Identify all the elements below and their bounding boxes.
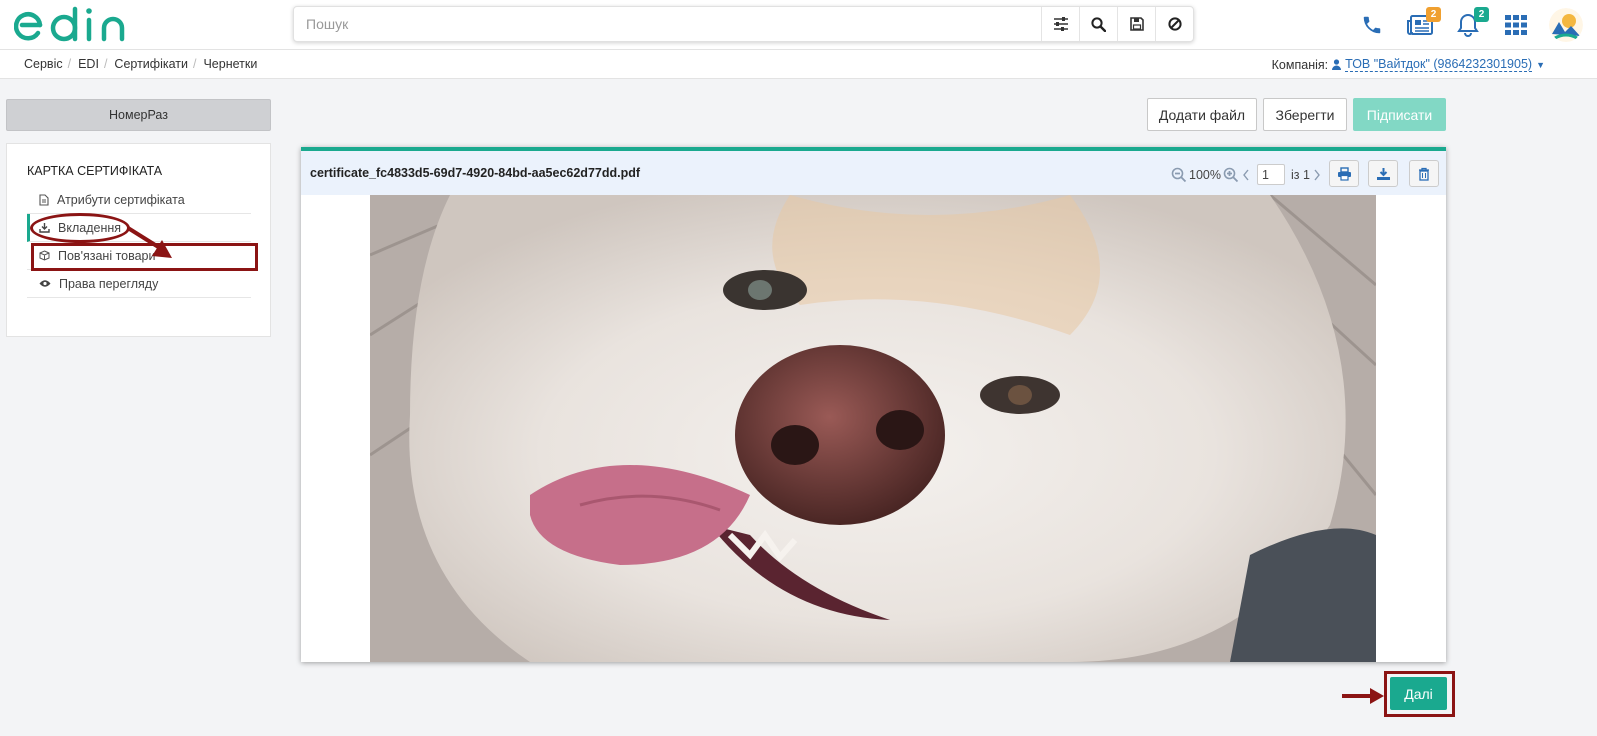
page-number-input[interactable]: 1	[1256, 164, 1285, 185]
chevron-right-icon[interactable]	[1312, 168, 1322, 182]
ban-icon	[1167, 17, 1182, 31]
notifications-badge: 2	[1474, 7, 1489, 22]
breadcrumb-certificates[interactable]: Сертифікати	[114, 57, 188, 71]
eye-icon	[39, 280, 51, 287]
user-avatar-icon	[1549, 8, 1583, 42]
zoom-in-icon[interactable]	[1223, 167, 1239, 183]
save-button[interactable]: Зберегти	[1263, 98, 1347, 131]
menu-item-attributes[interactable]: Атрибути сертифіката	[27, 186, 251, 214]
breadcrumb-separator: /	[103, 57, 108, 71]
filter-button[interactable]	[1041, 7, 1079, 41]
search-button[interactable]	[1079, 7, 1117, 41]
menu-item-label: Вкладення	[58, 220, 122, 235]
save-search-button[interactable]	[1117, 7, 1155, 41]
document-number-button[interactable]: НомерРаз	[6, 99, 271, 131]
menu-item-label: Пов'язані товари	[58, 248, 156, 263]
news-badge: 2	[1426, 7, 1441, 22]
next-button[interactable]: Далі	[1390, 677, 1447, 710]
file-name: certificate_fc4833d5-69d7-4920-84bd-aa5e…	[310, 166, 641, 180]
menu-item-label: Права перегляду	[59, 276, 159, 291]
clear-search-button[interactable]	[1155, 7, 1193, 41]
breadcrumb-bar: Сервіс / EDI / Сертифікати / Чернетки Компа…	[0, 50, 1597, 79]
phone-icon	[1363, 16, 1381, 34]
zoom-controls: 100% 1 із 1	[1171, 164, 1322, 185]
breadcrumb-service[interactable]: Сервіс	[24, 57, 63, 71]
avatar[interactable]	[1549, 8, 1583, 42]
menu-item-label: Атрибути сертифіката	[57, 192, 185, 207]
company-name[interactable]: ТОВ "Вайтдок" (9864232301905)	[1345, 57, 1533, 72]
delete-button[interactable]	[1409, 160, 1439, 187]
company-label: Компанія:	[1271, 57, 1329, 72]
certificate-card: КАРТКА СЕРТИФІКАТА Атрибути сертифіката …	[6, 143, 271, 337]
menu-item-related-goods[interactable]: Пов'язані товари	[27, 242, 251, 270]
search-bar	[293, 6, 1194, 42]
download-icon	[39, 223, 50, 233]
apps-button[interactable]	[1501, 10, 1531, 40]
zoom-out-icon[interactable]	[1171, 167, 1187, 183]
edin-logo[interactable]	[14, 6, 134, 44]
zoom-level: 100%	[1189, 167, 1221, 182]
page-count: із 1	[1290, 167, 1310, 182]
certificate-menu: Атрибути сертифіката Вкладення Пов'язані…	[27, 186, 251, 298]
chevron-left-icon[interactable]	[1241, 168, 1251, 182]
viewer-toolbar: certificate_fc4833d5-69d7-4920-84bd-aa5e…	[301, 151, 1446, 195]
top-bar: 2 2	[0, 0, 1597, 50]
document-viewer: certificate_fc4833d5-69d7-4920-84bd-aa5e…	[301, 147, 1446, 662]
breadcrumb-separator: /	[192, 57, 197, 71]
trash-icon	[1419, 167, 1429, 181]
attachment-preview-image	[370, 195, 1376, 662]
breadcrumb: Сервіс / EDI / Сертифікати / Чернетки	[24, 57, 257, 71]
sliders-icon	[1053, 17, 1068, 31]
header-icons: 2 2	[1357, 7, 1583, 42]
search-input[interactable]	[294, 7, 1041, 41]
chevron-down-icon: ▼	[1536, 59, 1545, 70]
card-title: КАРТКА СЕРТИФІКАТА	[27, 164, 163, 178]
download-icon	[1376, 167, 1390, 180]
menu-item-view-rights[interactable]: Права перегляду	[27, 270, 251, 298]
document-icon	[39, 193, 49, 206]
breadcrumb-separator: /	[67, 57, 72, 71]
floppy-disk-icon	[1129, 17, 1144, 31]
notifications-button[interactable]: 2	[1453, 7, 1489, 40]
menu-item-attachments[interactable]: Вкладення	[27, 214, 251, 242]
add-file-button[interactable]: Додати файл	[1147, 98, 1257, 131]
print-icon	[1337, 166, 1351, 181]
phone-button[interactable]	[1357, 10, 1387, 40]
news-button[interactable]: 2	[1405, 7, 1441, 40]
company-selector[interactable]: Компанія: ТОВ "Вайтдок" (9864232301905) …	[1272, 57, 1545, 72]
search-icon	[1091, 16, 1106, 32]
sign-button[interactable]: Підписати	[1353, 98, 1446, 131]
download-button[interactable]	[1368, 160, 1398, 187]
user-icon	[1332, 59, 1342, 70]
apps-grid-icon	[1505, 15, 1527, 35]
box-icon	[39, 250, 50, 261]
print-button[interactable]	[1329, 160, 1359, 187]
breadcrumb-edi[interactable]: EDI	[78, 57, 99, 71]
dog-photo-image	[370, 195, 1376, 662]
breadcrumb-drafts[interactable]: Чернетки	[203, 57, 257, 71]
